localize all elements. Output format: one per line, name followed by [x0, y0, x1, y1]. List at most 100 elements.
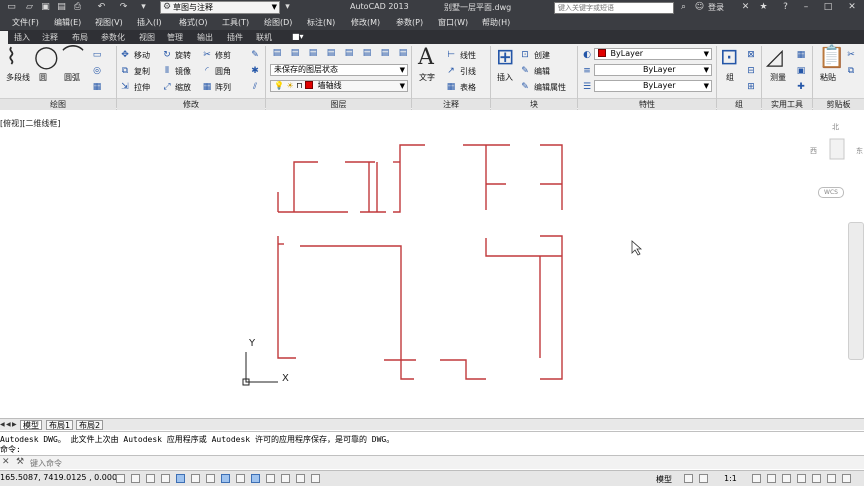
layer-select[interactable]: 💡 ☀ ⊓ 墙轴线 ▼ [270, 80, 408, 92]
fillet-button[interactable]: 圆角 [215, 66, 231, 77]
stretch-button[interactable]: 拉伸 [134, 82, 150, 93]
copy-icon[interactable]: ⧉ [120, 66, 130, 76]
compass-east[interactable]: 东 [856, 146, 863, 156]
hardware-acceleration-icon[interactable] [812, 474, 821, 483]
dynamic-input-icon[interactable] [251, 474, 260, 483]
wrench-icon[interactable]: ⚒ [16, 457, 24, 467]
next-layout-icon[interactable]: ▶ [12, 420, 18, 429]
layer-match-icon[interactable]: ▤ [398, 48, 408, 58]
stretch-icon[interactable]: ⇲ [120, 82, 130, 92]
edit-attribute-button[interactable]: 编辑属性 [534, 82, 566, 93]
tab-layout2[interactable]: 布局2 [76, 420, 104, 430]
linetype-icon[interactable]: ≡ [582, 66, 592, 76]
circle-label[interactable]: 圆 [39, 72, 47, 83]
array-icon[interactable]: ▦ [202, 82, 212, 92]
tab-layout1[interactable]: 布局1 [46, 420, 74, 430]
menu-file[interactable]: 文件(F) [12, 17, 39, 28]
wcs-menu[interactable]: WCS [818, 187, 844, 198]
isolate-objects-icon[interactable] [797, 474, 806, 483]
panel-utilities-label[interactable]: 实用工具 [762, 98, 812, 110]
workspace-select[interactable]: ⚙ 草图与注释 ▼ [160, 1, 280, 14]
tab-output[interactable]: 输出 [195, 31, 215, 44]
lineweight-select[interactable]: ByLayer ▼ [594, 80, 712, 92]
panel-annotation-label[interactable]: 注释 [412, 98, 490, 110]
group-select-icon[interactable]: ⊞ [746, 82, 756, 92]
search-input[interactable] [554, 2, 674, 14]
minimize-icon[interactable]: – [800, 0, 812, 14]
trim-icon[interactable]: ✂ [202, 50, 212, 60]
ortho-mode-icon[interactable] [161, 474, 170, 483]
clean-screen-icon[interactable] [842, 474, 851, 483]
circle-icon[interactable]: ◯ [34, 46, 59, 70]
toolbar-lock-icon[interactable] [782, 474, 791, 483]
layer-freeze-icon[interactable]: ▤ [344, 48, 354, 58]
rotate-icon[interactable]: ↻ [162, 50, 172, 60]
tab-view[interactable]: 视图 [137, 31, 157, 44]
text-icon[interactable]: A [418, 46, 434, 70]
workspace-switch-icon[interactable] [767, 474, 776, 483]
coordinate-readout[interactable]: 165.5087, 7419.0125 , 0.0000 [0, 473, 122, 482]
scale-button[interactable]: 缩放 [175, 82, 191, 93]
snap-mode-icon[interactable] [131, 474, 140, 483]
mirror-icon[interactable]: ⫴ [162, 66, 172, 76]
menu-view[interactable]: 视图(V) [95, 17, 123, 28]
group-edit-icon[interactable]: ⊟ [746, 66, 756, 76]
ribbon-toggle-icon[interactable]: ■▾ [290, 31, 306, 44]
compass-north[interactable]: 北 [832, 122, 839, 132]
object-snap-icon[interactable] [191, 474, 200, 483]
group-icon[interactable]: ⊡ [720, 46, 738, 70]
create-block-button[interactable]: 创建 [534, 50, 550, 61]
quick-select-icon[interactable]: ▣ [796, 66, 806, 76]
hatch-icon[interactable]: ▦ [92, 82, 102, 92]
menu-insert[interactable]: 插入(I) [137, 17, 162, 28]
customize-qat-icon[interactable]: ▾ [282, 2, 293, 13]
search-icon[interactable]: ⌕ [678, 2, 689, 13]
save-icon[interactable]: ▣ [40, 2, 51, 13]
menu-format[interactable]: 格式(O) [179, 17, 208, 28]
drawing-canvas[interactable]: Y X [0, 111, 864, 417]
quick-view-layouts-icon[interactable] [684, 474, 693, 483]
dynamic-ucs-icon[interactable] [236, 474, 245, 483]
annotation-scale[interactable]: 1:1 [724, 474, 737, 483]
offset-icon[interactable]: ⫽ [250, 82, 260, 92]
infer-constraints-icon[interactable] [116, 474, 125, 483]
tab-model[interactable]: 模型 [20, 420, 42, 430]
redo-icon[interactable]: ↷ [118, 2, 129, 13]
tab-insert[interactable]: 插入 [12, 31, 32, 44]
id-point-icon[interactable]: ✚ [796, 82, 806, 92]
open-file-icon[interactable]: ▱ [24, 2, 35, 13]
close-icon[interactable]: ✕ [846, 0, 858, 14]
ungroup-icon[interactable]: ⊠ [746, 50, 756, 60]
calculator-icon[interactable]: ▦ [796, 50, 806, 60]
rectangle-icon[interactable]: ▭ [92, 50, 102, 60]
rotate-button[interactable]: 旋转 [175, 50, 191, 61]
3d-osnap-icon[interactable] [206, 474, 215, 483]
quick-view-drawings-icon[interactable] [699, 474, 708, 483]
status-menu-icon[interactable] [827, 474, 836, 483]
menu-dimension[interactable]: 标注(N) [307, 17, 335, 28]
tab-plugins[interactable]: 插件 [225, 31, 245, 44]
tab-annotate[interactable]: 注释 [40, 31, 60, 44]
edit-block-button[interactable]: 编辑 [534, 66, 550, 77]
arc-icon[interactable]: ⌒ [62, 46, 84, 70]
layer-off-icon[interactable]: ▤ [362, 48, 372, 58]
tab-online[interactable]: 联机 [254, 31, 274, 44]
panel-groups-label[interactable]: 组 [717, 98, 761, 110]
layer-lock-icon[interactable]: ▤ [380, 48, 390, 58]
color-select[interactable]: ByLayer ▼ [594, 48, 712, 60]
help-icon[interactable]: ? [780, 2, 791, 13]
print-icon[interactable]: ⎙ [72, 2, 83, 13]
grid-display-icon[interactable] [146, 474, 155, 483]
menu-edit[interactable]: 编辑(E) [54, 17, 81, 28]
tab-parametric[interactable]: 参数化 [99, 31, 127, 44]
panel-properties-label[interactable]: 特性 [578, 98, 716, 110]
plot-icon[interactable]: ▾ [138, 2, 149, 13]
insert-label[interactable]: 插入 [497, 72, 513, 83]
polyline-icon[interactable]: ⌇ [6, 46, 17, 70]
polar-tracking-icon[interactable] [176, 474, 185, 483]
paste-button[interactable]: 粘贴 [820, 72, 836, 83]
paste-icon[interactable]: 📋 [818, 46, 845, 70]
close-icon[interactable]: ✕ [2, 457, 10, 467]
create-block-icon[interactable]: ⊡ [520, 50, 530, 60]
layer-isolate-icon[interactable]: ▤ [308, 48, 318, 58]
